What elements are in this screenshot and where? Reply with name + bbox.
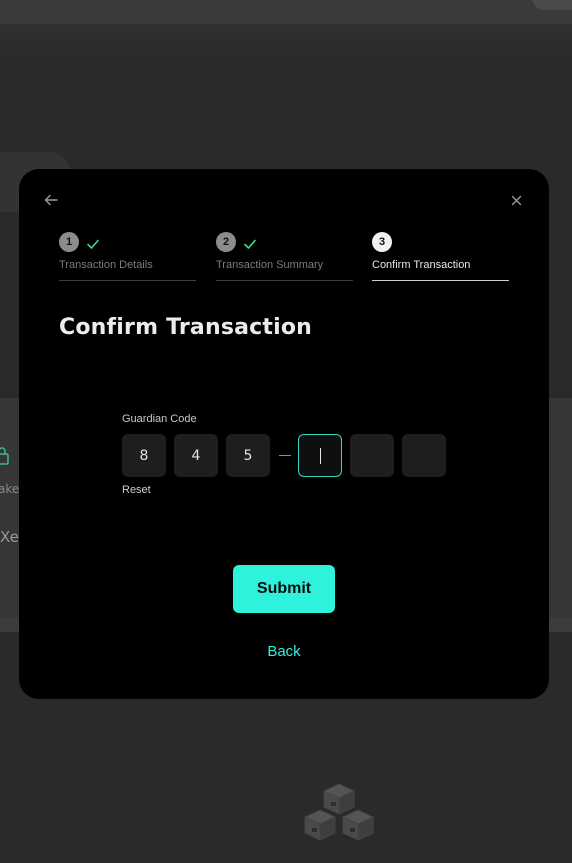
code-digit-field[interactable]: 5 [226,434,270,477]
step-number: 1 [59,232,79,252]
arrow-left-icon [44,191,58,210]
background-text-partial: Xe [0,528,19,546]
lock-icon [0,446,10,466]
reset-button[interactable]: Reset [122,484,151,496]
step-label: Confirm Transaction [372,259,471,271]
confirm-transaction-modal: 1 Transaction Details 2 Transaction Summ… [19,169,549,699]
code-digit-field[interactable] [402,434,446,477]
submit-button[interactable]: Submit [233,565,335,613]
close-icon [511,191,522,210]
step-underline [216,280,353,281]
background-text-partial: ake [0,482,20,496]
background-top-pill [532,0,572,10]
step-transaction-details[interactable]: 1 Transaction Details [59,232,196,282]
code-digit-field[interactable]: 4 [174,434,218,477]
back-arrow-button[interactable] [41,190,61,210]
code-digit-field[interactable]: 8 [122,434,166,477]
code-digit-field-focused[interactable] [298,434,342,477]
background-top-bar [0,0,572,24]
check-icon [86,235,100,249]
text-caret [319,447,321,464]
stepper: 1 Transaction Details 2 Transaction Summ… [59,232,509,282]
step-label: Transaction Details [59,259,153,271]
step-confirm-transaction[interactable]: 3 Confirm Transaction [372,232,509,282]
page-title: Confirm Transaction [59,315,313,340]
guardian-code-label: Guardian Code [122,413,197,425]
close-button[interactable] [506,190,526,210]
step-underline [372,280,509,281]
back-button[interactable]: Back [233,643,335,660]
step-underline [59,280,196,281]
cubes-icon [300,782,378,852]
step-number: 2 [216,232,236,252]
check-icon [243,235,257,249]
background-band [0,24,572,64]
code-separator [279,455,291,456]
step-transaction-summary[interactable]: 2 Transaction Summary [216,232,353,282]
step-label: Transaction Summary [216,259,324,271]
page: ake Xe 1 Transaction Details 2 Transacti… [0,0,572,863]
code-digit-field[interactable] [350,434,394,477]
step-number: 3 [372,232,392,252]
